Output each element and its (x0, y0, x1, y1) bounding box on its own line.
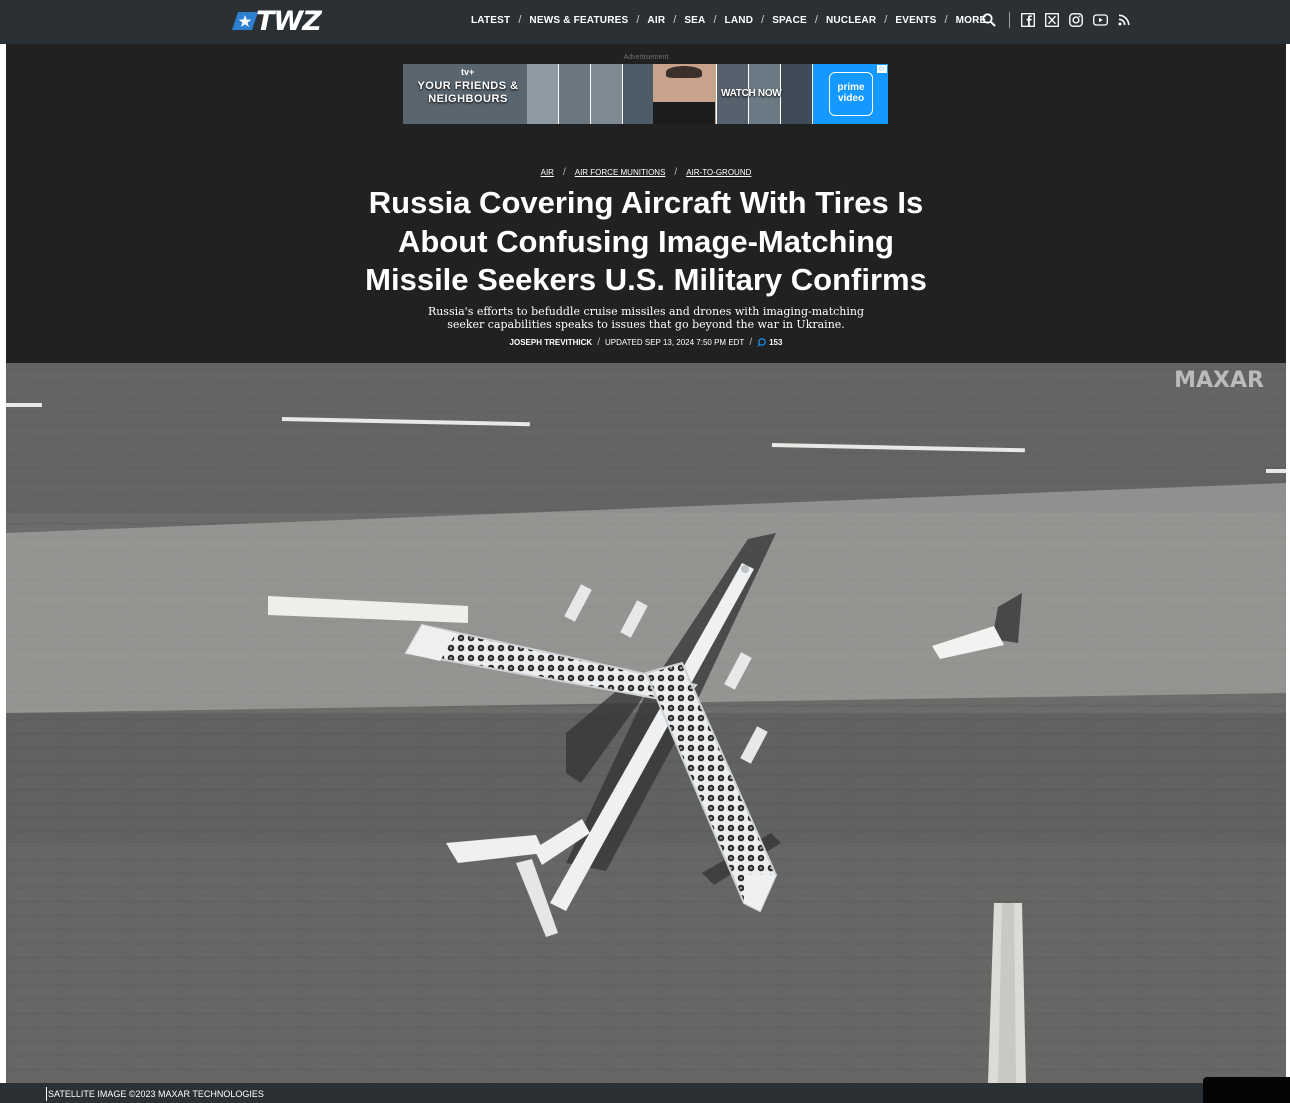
advertisement-banner[interactable]: tv+ YOUR FRIENDS & NEIGHBOURS WATCH NOW … (403, 64, 888, 124)
breadcrumb-separator: / (562, 167, 566, 178)
satellite-image-drawing: MAXAR (6, 363, 1286, 1083)
nav-separator: / (761, 14, 765, 26)
nav-sea[interactable]: SEA (684, 15, 705, 26)
corner-widget[interactable] (1203, 1077, 1290, 1103)
dek-line: Russia's efforts to befuddle cruise miss… (427, 305, 865, 318)
nav-separator: / (944, 14, 948, 26)
nav-separator: / (673, 14, 677, 26)
nav-news-features[interactable]: NEWS & FEATURES (529, 15, 628, 26)
adchoices-icon[interactable]: ▷ (877, 65, 887, 73)
author-link[interactable]: JOSEPH TREVITHICK (510, 338, 593, 347)
search-icon[interactable] (981, 12, 997, 28)
ad-partner-panel: prime video ▷ (813, 64, 888, 124)
site-logo[interactable]: TWZ (232, 5, 344, 37)
youtube-icon[interactable] (1092, 12, 1108, 28)
logo-star-icon (232, 12, 258, 30)
comment-icon (757, 338, 766, 347)
nav-latest[interactable]: LATEST (471, 15, 510, 26)
logo-text: TWZ (256, 5, 322, 37)
main-nav: LATEST / NEWS & FEATURES / AIR / SEA / L… (471, 0, 986, 40)
headline-line: About Confusing Image-Matching (398, 223, 894, 259)
article-dek: Russia's efforts to befuddle cruise miss… (406, 305, 886, 331)
breadcrumb-separator: / (674, 167, 678, 178)
caption-rule (46, 1087, 47, 1101)
hero-satellite-image[interactable]: MAXAR (6, 363, 1286, 1083)
nav-separator: / (884, 14, 888, 26)
ad-brand: tv+ (461, 67, 475, 77)
ad-cta: WATCH NOW (721, 88, 782, 99)
headline-line: Missile Seekers U.S. Military Confirms (365, 262, 927, 297)
byline-separator: / (749, 337, 753, 348)
nav-air[interactable]: AIR (647, 15, 665, 26)
nav-nuclear[interactable]: NUCLEAR (826, 15, 876, 26)
article-byline: JOSEPH TREVITHICK / UPDATED SEP 13, 2024… (6, 337, 1286, 348)
nav-land[interactable]: LAND (725, 15, 754, 26)
ad-actor-shirt (653, 102, 715, 124)
facebook-icon[interactable] (1020, 12, 1036, 28)
nav-separator: / (636, 14, 640, 26)
social-icons (981, 10, 1132, 30)
ad-partner-logo: prime video (829, 72, 873, 116)
maxar-watermark: MAXAR (1174, 368, 1264, 393)
rss-icon[interactable] (1116, 12, 1132, 28)
nav-separator: / (713, 14, 717, 26)
article-header: Advertisement tv+ YOUR FRIENDS & NEIGHBO… (6, 44, 1286, 363)
category-breadcrumb: AIR / AIR FORCE MUNITIONS / AIR-TO-GROUN… (6, 167, 1286, 178)
top-navigation-bar: TWZ LATEST / NEWS & FEATURES / AIR / SEA… (0, 0, 1290, 44)
comments-link[interactable]: 153 (757, 338, 782, 347)
x-icon[interactable] (1044, 12, 1060, 28)
category-air-to-ground[interactable]: AIR-TO-GROUND (686, 168, 751, 177)
comment-count: 153 (769, 338, 783, 347)
ad-actor-hair (666, 66, 702, 78)
updated-date: UPDATED SEP 13, 2024 7:50 PM EDT (605, 338, 745, 347)
instagram-icon[interactable] (1068, 12, 1084, 28)
advertisement-label: Advertisement (623, 54, 669, 61)
ad-title: YOUR FRIENDS & NEIGHBOURS (417, 80, 519, 105)
nav-space[interactable]: SPACE (772, 15, 807, 26)
nav-separator: / (518, 14, 522, 26)
headline-line: Russia Covering Aircraft With Tires Is (368, 185, 924, 220)
nav-separator: / (814, 14, 818, 26)
category-air-force-munitions[interactable]: AIR FORCE MUNITIONS (575, 168, 666, 177)
category-air[interactable]: AIR (541, 168, 554, 177)
photo-caption: SATELLITE IMAGE ©2023 MAXAR TECHNOLOGIES (48, 1089, 264, 1099)
nav-divider (1009, 12, 1010, 28)
nav-events[interactable]: EVENTS (895, 15, 936, 26)
article-headline: Russia Covering Aircraft With Tires Is A… (6, 184, 1286, 300)
dek-line: seeker capabilities speaks to issues tha… (447, 318, 845, 331)
byline-separator: / (597, 337, 600, 348)
